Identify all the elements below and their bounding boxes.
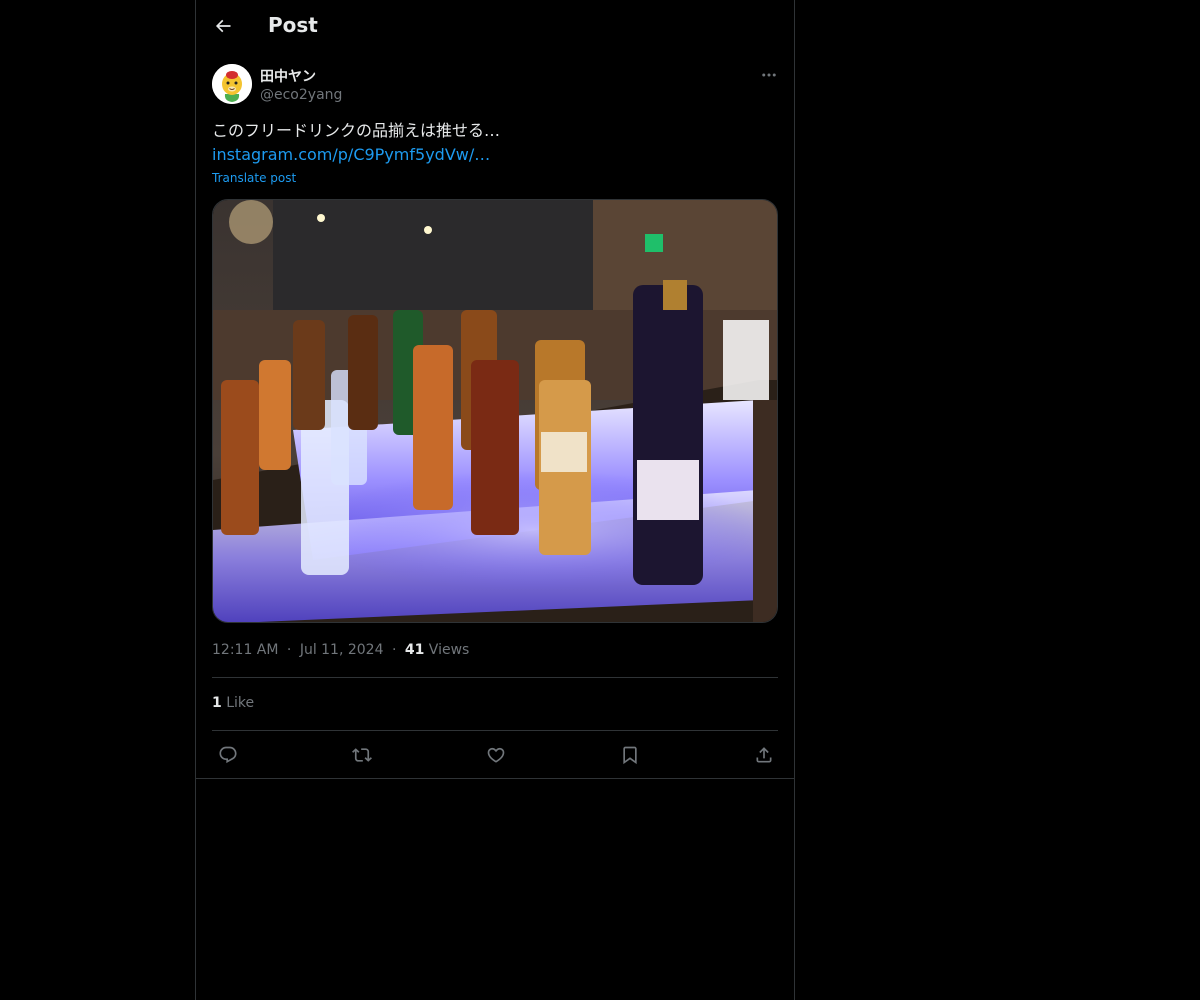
post-date[interactable]: Jul 11, 2024 (300, 642, 384, 658)
heart-icon (487, 747, 505, 763)
views-count: 41 (404, 642, 425, 658)
bookmark-button[interactable] (616, 741, 644, 769)
likes-label: Like (226, 695, 255, 711)
divider (212, 677, 778, 678)
share-button[interactable] (750, 741, 778, 769)
page-title: Post (268, 13, 318, 37)
arrow-left-icon (215, 19, 231, 33)
post-header: Post (196, 0, 794, 53)
views-label: Views (428, 642, 470, 658)
post-text: このフリードリンクの品揃えは推せる… (212, 121, 501, 140)
post-link[interactable]: instagram.com/p/C9Pymf5ydVw/… (212, 144, 490, 166)
post-media-photo[interactable] (212, 199, 778, 623)
share-icon (756, 747, 772, 763)
more-icon (762, 73, 776, 77)
like-button[interactable] (482, 741, 510, 769)
repost-icon (352, 748, 372, 762)
reply-icon (219, 746, 237, 764)
meta-separator-2: · (391, 642, 397, 658)
cartoon-avatar-icon (212, 64, 252, 104)
post-time[interactable]: 12:11 AM (212, 642, 278, 658)
author-display-name[interactable]: 田中ヤン (260, 66, 316, 86)
reply-button[interactable] (214, 741, 242, 769)
likes-summary[interactable]: 1 Like (212, 695, 254, 711)
bookmark-icon (623, 746, 637, 765)
meta-separator: · (286, 642, 292, 658)
repost-button[interactable] (348, 741, 376, 769)
more-options-button[interactable] (758, 64, 780, 86)
post-meta: 12:11 AM · Jul 11, 2024 · 41 Views (212, 642, 469, 658)
liquor-bottles-photo-icon (213, 200, 777, 622)
likes-count: 1 (212, 695, 222, 711)
avatar[interactable] (212, 64, 252, 104)
author-handle[interactable]: @eco2yang (260, 87, 342, 103)
post-column: Post 田中ヤン @eco2yang このフリードリンクの品揃えは推せる… i… (195, 0, 795, 1000)
translate-post-button[interactable]: Translate post (212, 171, 296, 185)
divider (196, 778, 794, 779)
back-button[interactable] (208, 11, 238, 41)
divider (212, 730, 778, 731)
